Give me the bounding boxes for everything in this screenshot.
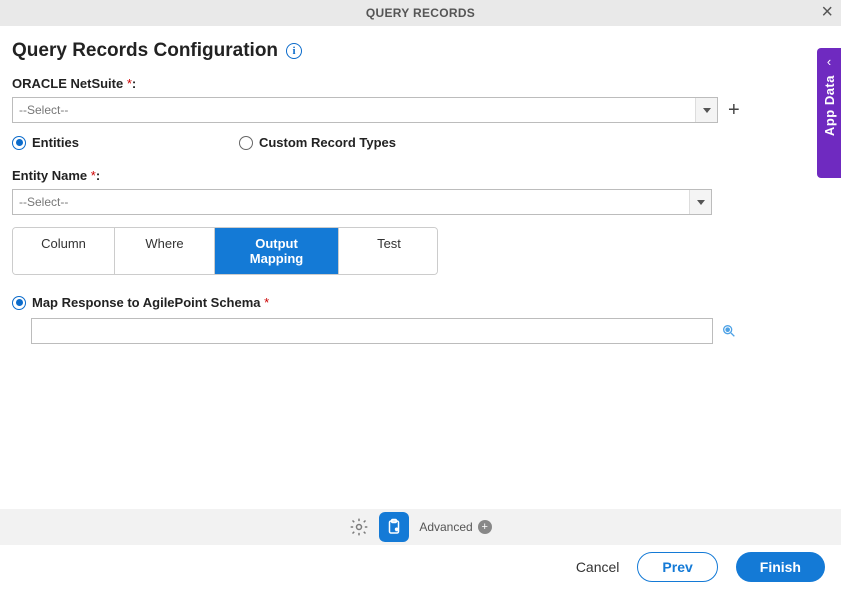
cancel-button[interactable]: Cancel: [576, 559, 620, 575]
tab-where[interactable]: Where: [115, 228, 215, 274]
map-response-label: Map Response to AgilePoint Schema *: [32, 295, 269, 310]
radio-entities[interactable]: Entities: [12, 135, 79, 150]
title-bar: QUERY RECORDS ×: [0, 0, 841, 26]
info-icon[interactable]: i: [286, 43, 302, 59]
entity-name-label: Entity Name *:: [12, 168, 829, 183]
netsuite-select[interactable]: --Select--: [12, 97, 718, 123]
modal-title: QUERY RECORDS: [366, 6, 475, 20]
entity-name-select[interactable]: --Select--: [12, 189, 712, 215]
map-response-input[interactable]: [31, 318, 713, 344]
close-icon[interactable]: ×: [821, 2, 833, 22]
radio-icon-unchecked: [239, 136, 253, 150]
tab-output-mapping[interactable]: Output Mapping: [215, 228, 339, 274]
tab-test[interactable]: Test: [339, 228, 438, 274]
radio-icon-checked: [12, 136, 26, 150]
radio-icon-checked: [12, 296, 26, 310]
page-heading: Query Records Configuration: [12, 40, 278, 62]
add-connection-button[interactable]: +: [728, 100, 740, 120]
radio-map-response[interactable]: Map Response to AgilePoint Schema *: [12, 295, 269, 310]
clipboard-icon: ?: [385, 518, 403, 536]
prev-button[interactable]: Prev: [637, 552, 717, 582]
radio-custom-label: Custom Record Types: [259, 135, 396, 150]
finish-button[interactable]: Finish: [736, 552, 825, 582]
side-tab-label: App Data: [822, 75, 837, 136]
footer-actions: Cancel Prev Finish: [0, 545, 841, 589]
config-tabs: Column Where Output Mapping Test: [12, 227, 438, 275]
advanced-toggle[interactable]: Advanced +: [419, 520, 491, 534]
gear-icon[interactable]: [349, 517, 369, 537]
plus-circle-icon: +: [478, 520, 492, 534]
netsuite-select-value: --Select--: [19, 103, 68, 117]
advanced-label: Advanced: [419, 520, 472, 534]
chevron-down-icon: [695, 98, 717, 122]
netsuite-label: ORACLE NetSuite *:: [12, 76, 829, 91]
radio-entities-label: Entities: [32, 135, 79, 150]
chevron-down-icon: [689, 190, 711, 214]
clipboard-button[interactable]: ?: [379, 512, 409, 542]
entity-name-select-value: --Select--: [19, 195, 68, 209]
radio-custom-record-types[interactable]: Custom Record Types: [239, 135, 396, 150]
chevron-left-icon: ‹: [827, 54, 831, 69]
tab-column[interactable]: Column: [13, 228, 115, 274]
footer-toolbar: ? Advanced +: [0, 509, 841, 545]
svg-text:?: ?: [396, 527, 398, 531]
app-data-side-tab[interactable]: ‹ App Data: [817, 48, 841, 178]
schema-picker-icon[interactable]: [721, 323, 737, 339]
